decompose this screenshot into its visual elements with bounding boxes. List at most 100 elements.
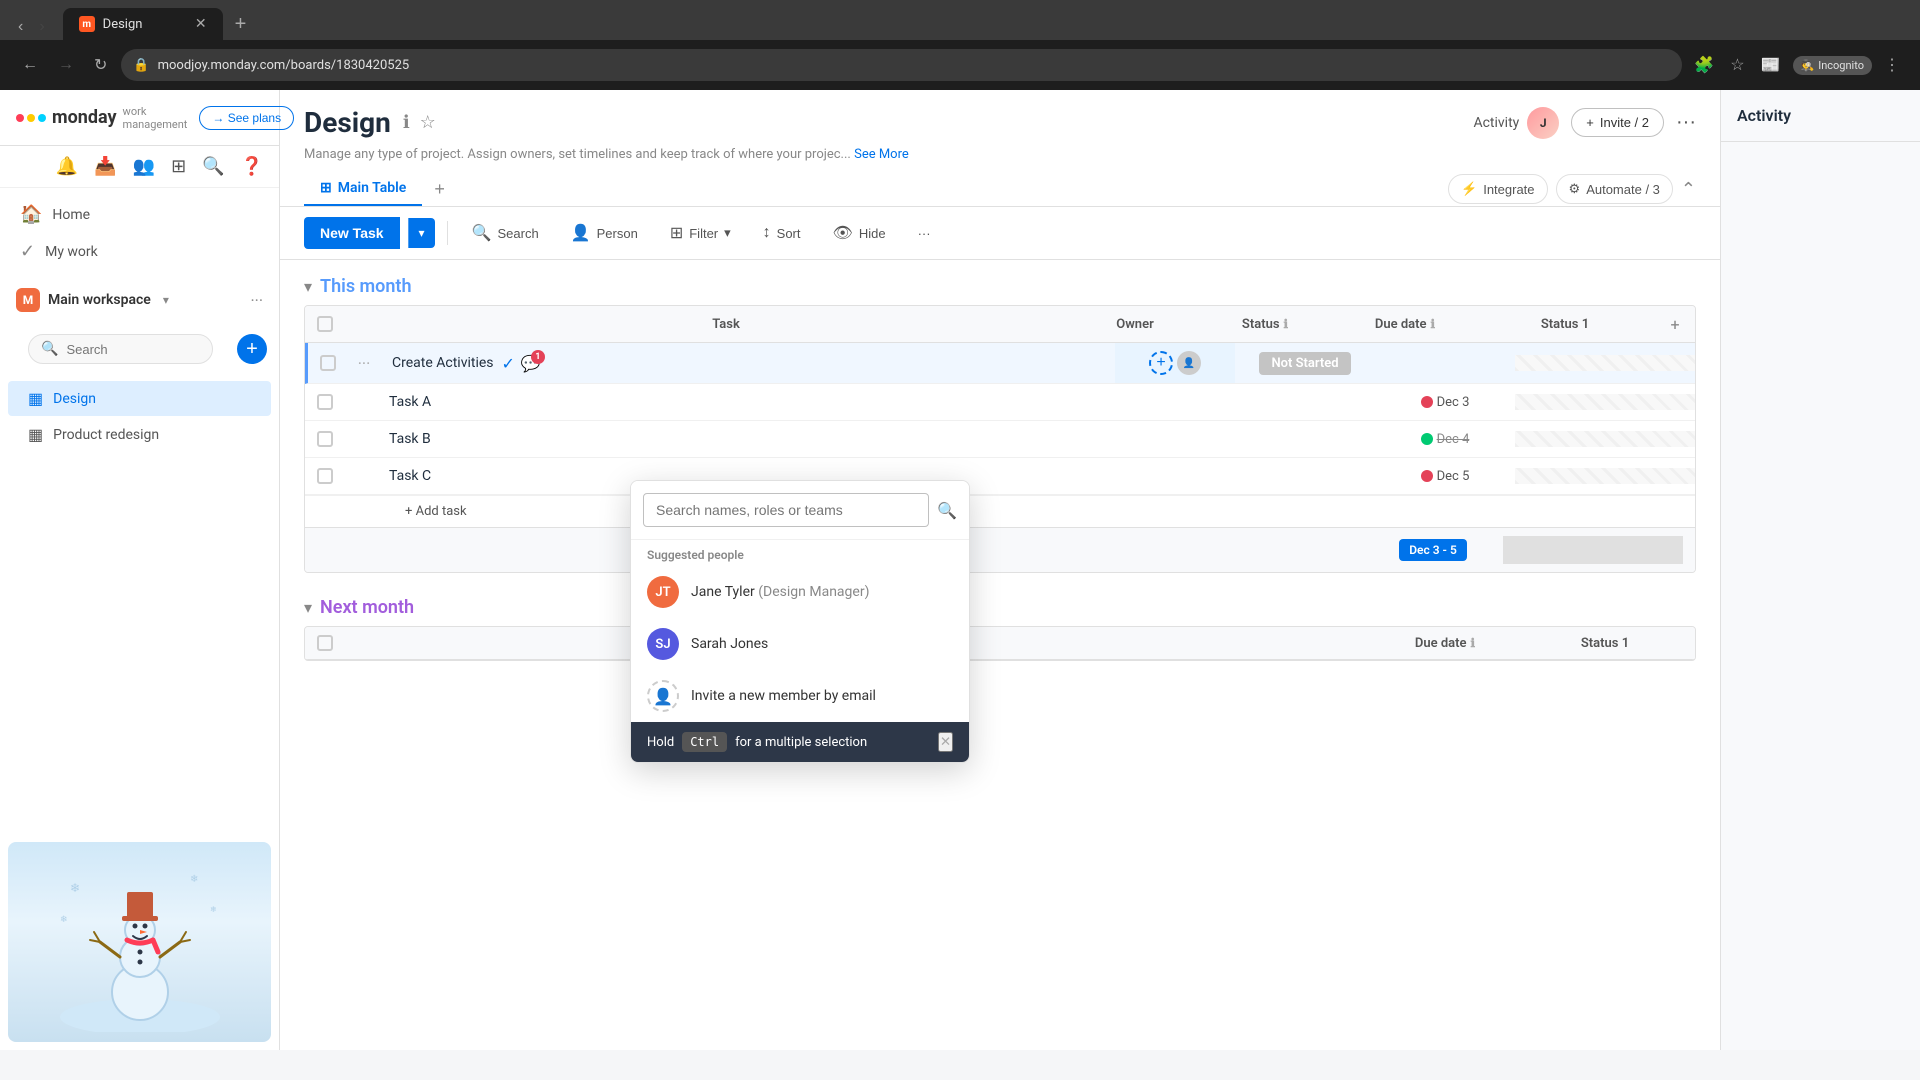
nm-th-status1: Status 1: [1515, 636, 1695, 651]
nav-my-work[interactable]: ✓ My work: [0, 233, 279, 270]
td-status-4[interactable]: [1235, 468, 1375, 484]
design-label: Design: [53, 391, 96, 407]
group-this-month-title: This month: [320, 276, 412, 297]
header-checkbox[interactable]: [317, 316, 333, 332]
bell-icon[interactable]: 🔔: [56, 156, 78, 177]
td-checkbox-3[interactable]: [305, 421, 345, 457]
collapse-btn[interactable]: ⌃: [1681, 179, 1696, 200]
td-owner-4[interactable]: [1115, 468, 1235, 484]
filter-chevron: ▾: [724, 225, 731, 241]
invite-row[interactable]: 👤 Invite a new member by email: [631, 670, 969, 722]
tab-main-table[interactable]: ⊞ Main Table: [304, 172, 422, 206]
td-checkbox-2[interactable]: [305, 384, 345, 420]
svg-text:❄: ❄: [190, 874, 198, 885]
conversation-icon[interactable]: 💬1: [521, 354, 541, 373]
invite-btn[interactable]: + Invite / 2: [1571, 108, 1664, 137]
tab-close-btn[interactable]: ✕: [195, 16, 207, 32]
row-checkbox-4[interactable]: [317, 468, 333, 484]
nm-header-checkbox[interactable]: [317, 635, 333, 651]
hide-btn[interactable]: 👁 Hide: [821, 217, 898, 249]
person-btn[interactable]: 👤 Person: [559, 217, 650, 249]
browser-reload-btn[interactable]: ↻: [88, 51, 113, 79]
apps-icon[interactable]: ⊞: [171, 156, 186, 177]
td-checkbox-4[interactable]: [305, 458, 345, 494]
search-label: Search: [498, 226, 539, 241]
hold-tip-close-btn[interactable]: ✕: [938, 732, 953, 752]
check-task-icon[interactable]: ✓: [502, 354, 515, 373]
row-checkbox-2[interactable]: [317, 394, 333, 410]
nm-duedate-info[interactable]: ℹ: [1471, 636, 1476, 650]
duedate-info-icon[interactable]: ℹ: [1431, 317, 1436, 331]
add-tab-btn[interactable]: +: [426, 175, 453, 204]
star-btn[interactable]: ☆: [1726, 51, 1748, 79]
inbox-icon[interactable]: 📥: [94, 156, 116, 177]
automate-btn[interactable]: ⚙ Automate / 3: [1556, 174, 1673, 204]
sort-btn[interactable]: ↕ Sort: [751, 218, 813, 248]
person-item-sarah[interactable]: SJ Sarah Jones: [631, 618, 969, 670]
new-tab-btn[interactable]: +: [227, 9, 255, 40]
star-icon[interactable]: ☆: [420, 112, 436, 133]
board-more-btn[interactable]: ···: [1676, 111, 1696, 134]
td-checkbox-1[interactable]: [308, 345, 348, 381]
back-btn[interactable]: ‹: [12, 14, 29, 40]
td-status1-4: [1515, 468, 1695, 484]
workspace-more-btn[interactable]: ···: [250, 291, 263, 310]
sidebar-item-design[interactable]: ▦ Design: [8, 381, 271, 416]
table-this-month: Task Owner Status ℹ Due date ℹ Status 1 …: [304, 305, 1696, 573]
success-dot-3: [1421, 433, 1433, 445]
group-collapse-btn[interactable]: ▾: [304, 277, 312, 297]
td-dots-1[interactable]: ···: [348, 354, 380, 373]
activity-btn[interactable]: Activity J: [1473, 107, 1559, 139]
more-toolbar-btn[interactable]: ···: [906, 220, 943, 247]
add-board-btn[interactable]: +: [237, 334, 267, 364]
table-next-month: Task Due date ℹ Status 1: [304, 626, 1696, 661]
workspace-header[interactable]: M Main workspace ▾ ···: [0, 278, 279, 322]
browser-forward-btn[interactable]: →: [52, 52, 80, 78]
th-checkbox[interactable]: [305, 306, 345, 342]
group-next-month-collapse-btn[interactable]: ▾: [304, 598, 312, 618]
forward-btn[interactable]: ›: [33, 14, 50, 40]
td-status-1[interactable]: Not Started: [1235, 344, 1375, 383]
search-icon[interactable]: 🔍: [202, 156, 224, 177]
nm-th-duedate: Due date ℹ: [1375, 636, 1515, 651]
td-owner-3[interactable]: [1115, 431, 1235, 447]
status-info-icon[interactable]: ℹ: [1284, 317, 1289, 331]
see-more-link[interactable]: See More: [854, 147, 909, 162]
th-add-column[interactable]: +: [1655, 315, 1695, 334]
td-owner-1[interactable]: + 👤: [1115, 343, 1235, 383]
search-box[interactable]: 🔍: [28, 334, 213, 364]
owner-add-btn[interactable]: +: [1149, 351, 1173, 375]
nav-home[interactable]: 🏠 Home: [0, 196, 279, 233]
integrate-btn[interactable]: ⚡ Integrate: [1448, 174, 1548, 204]
hold-label: Hold: [647, 735, 674, 750]
row-checkbox-1[interactable]: [320, 355, 336, 371]
filter-btn[interactable]: ⊞ Filter ▾: [658, 217, 743, 249]
owner-search-input[interactable]: [643, 493, 929, 527]
sidebar-item-product-redesign[interactable]: ▦ Product redesign: [8, 417, 271, 452]
td-duedate-2: Dec 3: [1375, 387, 1515, 418]
suggested-label: Suggested people: [631, 540, 969, 566]
add-task-row[interactable]: + Add task: [305, 495, 1695, 527]
td-owner-2[interactable]: [1115, 394, 1235, 410]
people-icon[interactable]: 👥: [133, 156, 155, 177]
reader-mode-btn[interactable]: 📰: [1757, 51, 1785, 79]
th-status1: Status 1: [1475, 307, 1655, 342]
td-status-2[interactable]: [1235, 394, 1375, 410]
help-icon[interactable]: ❓: [241, 156, 263, 177]
new-task-btn[interactable]: New Task: [304, 217, 400, 249]
menu-btn[interactable]: ⋮: [1880, 51, 1904, 79]
info-icon[interactable]: ℹ: [403, 112, 410, 133]
row-checkbox-3[interactable]: [317, 431, 333, 447]
search-input[interactable]: [66, 342, 200, 357]
person-item-jane[interactable]: JT Jane Tyler (Design Manager): [631, 566, 969, 618]
browser-back-btn[interactable]: ←: [16, 52, 44, 78]
new-task-dropdown-btn[interactable]: ▾: [408, 218, 435, 248]
active-tab[interactable]: m Design ✕: [63, 8, 223, 40]
see-plans-btn[interactable]: → See plans: [199, 106, 294, 130]
td-status-3[interactable]: [1235, 431, 1375, 447]
logo-dots: [16, 114, 46, 122]
svg-text:❄: ❄: [210, 905, 217, 914]
address-bar[interactable]: 🔒 moodjoy.monday.com/boards/1830420525: [121, 49, 1682, 81]
extensions-btn[interactable]: 🧩: [1690, 51, 1718, 79]
search-btn[interactable]: 🔍 Search: [460, 217, 551, 249]
